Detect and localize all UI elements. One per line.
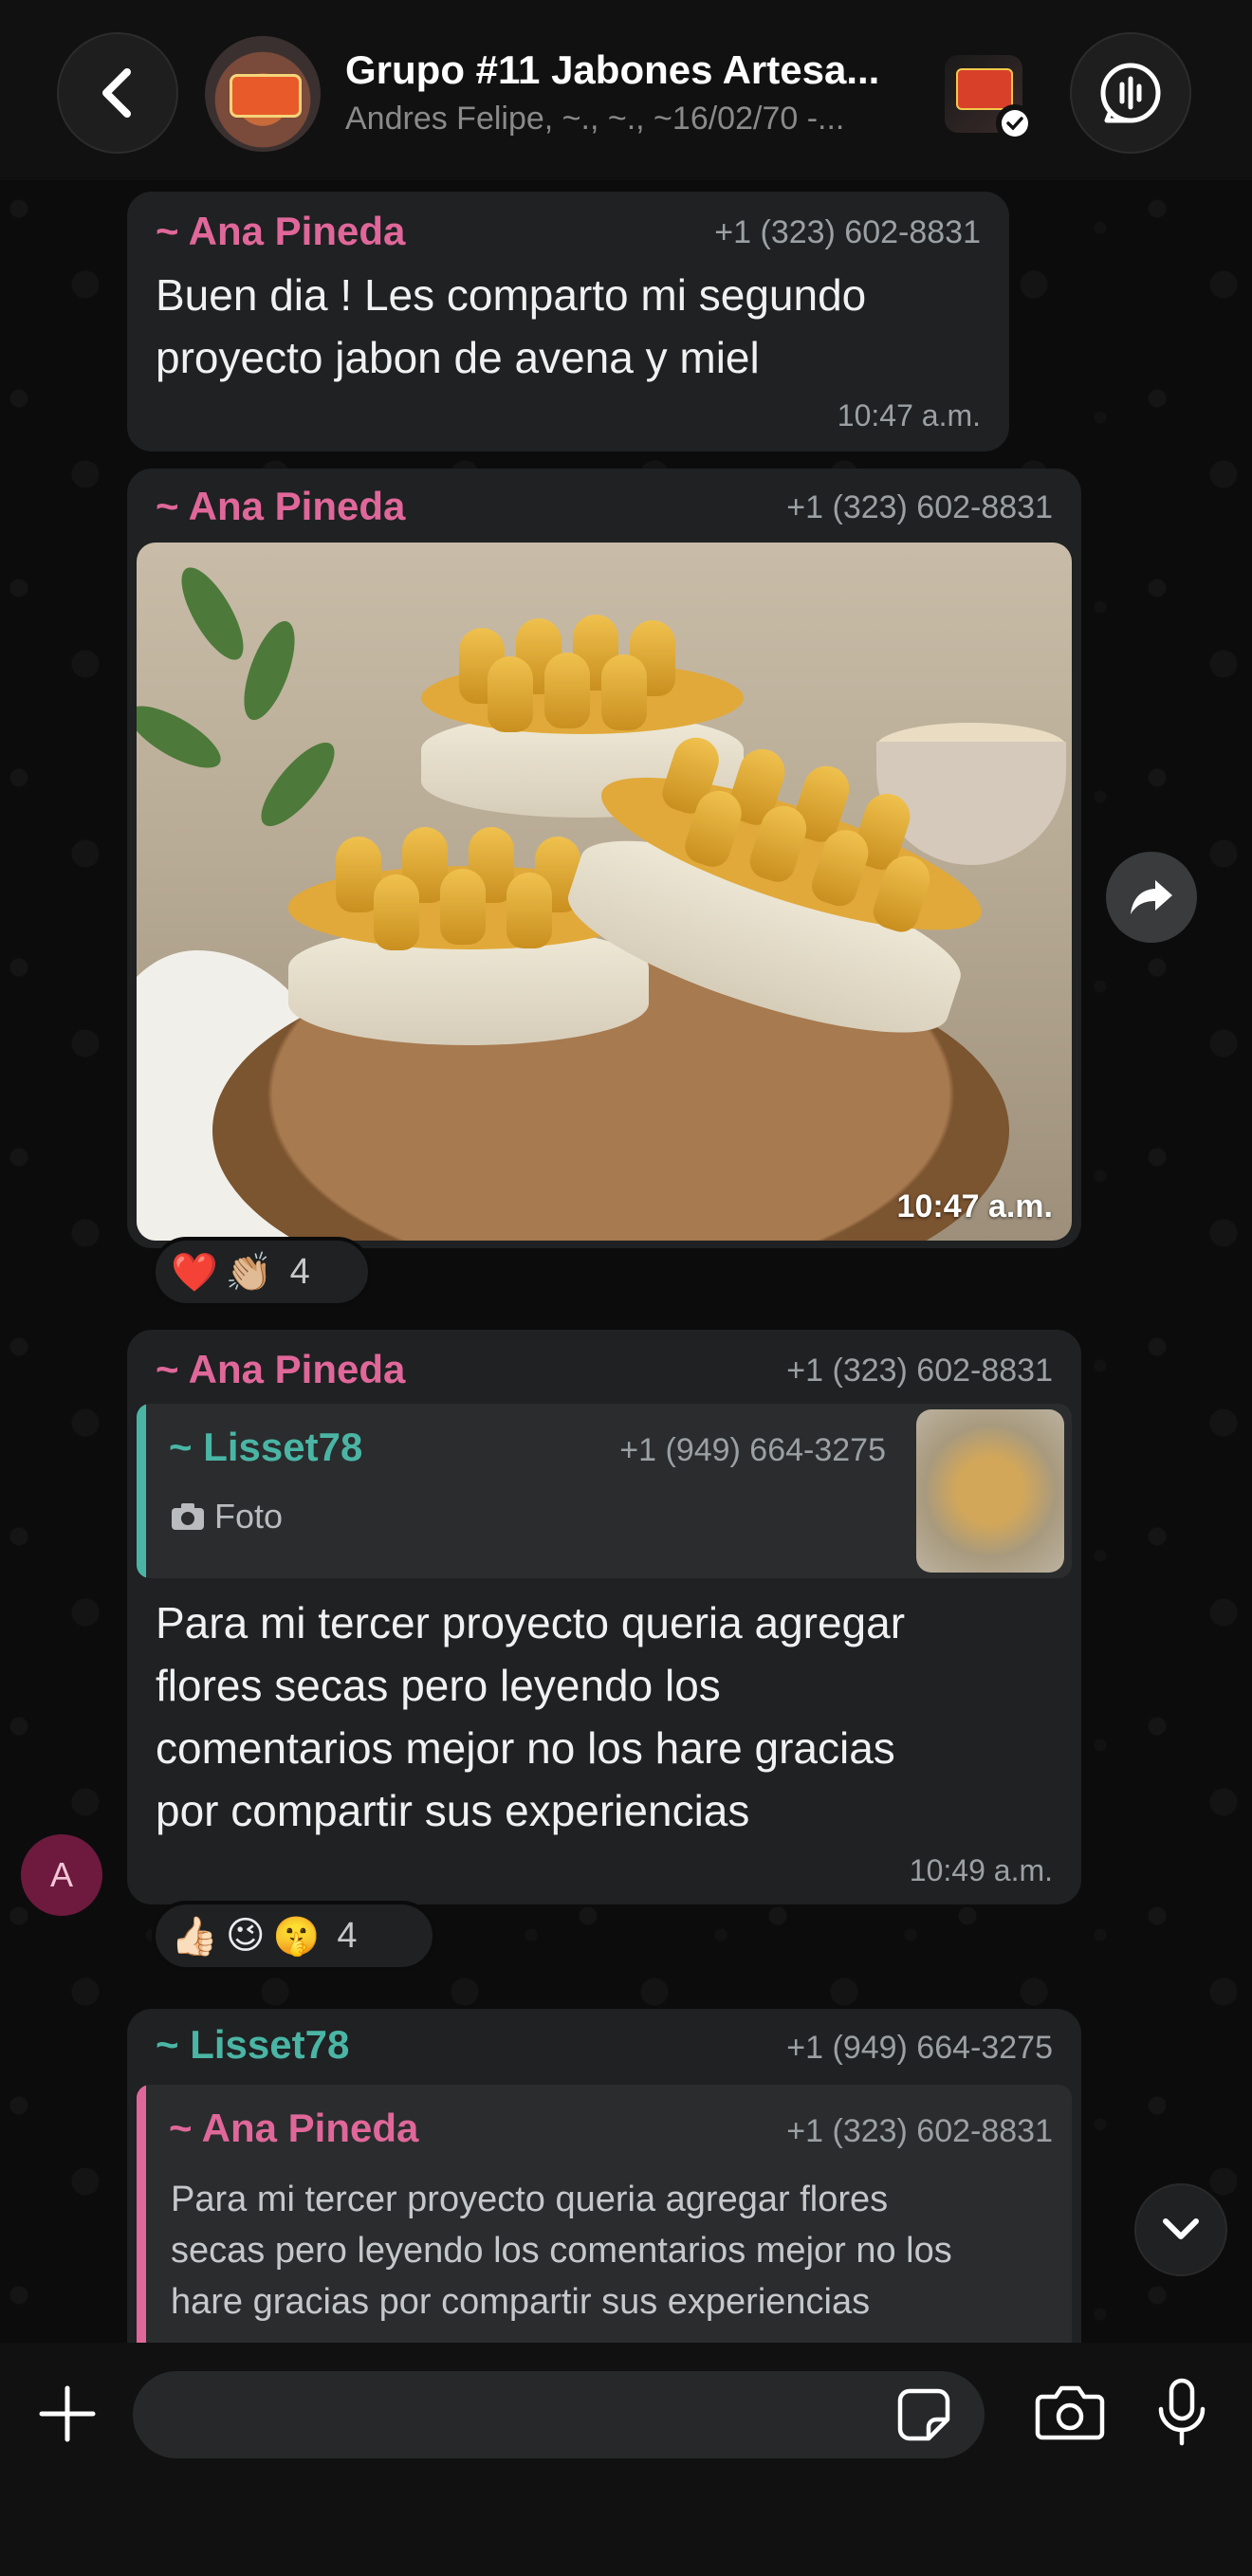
message-time: 10:47 a.m. — [837, 398, 981, 432]
voice-chat-button[interactable] — [1070, 32, 1191, 154]
sender-name[interactable]: ~ Ana Pineda — [156, 484, 405, 529]
sender-phone: +1 (323) 602-8831 — [786, 489, 1053, 525]
sticker-button[interactable] — [895, 2386, 952, 2443]
sender-phone: +1 (949) 664-3275 — [786, 2030, 1053, 2066]
forward-button[interactable] — [1106, 852, 1197, 943]
reply-message-bubble[interactable]: ~ Lisset78 +1 (949) 664-3275 ~ Ana Pined… — [127, 2009, 1081, 2388]
reaction-emoji: ❤️ — [171, 1251, 218, 1294]
back-button[interactable] — [57, 32, 178, 154]
plus-icon — [39, 2385, 96, 2442]
sender-avatar[interactable]: A — [21, 1834, 102, 1916]
quoted-thumbnail — [916, 1409, 1064, 1573]
camera-icon — [1035, 2385, 1105, 2440]
quoted-sender: ~ Lisset78 — [169, 1425, 363, 1469]
message-text: Para mi tercer proyecto queria agregar f… — [156, 1598, 906, 1835]
forward-icon — [1131, 880, 1172, 914]
reaction-pill[interactable]: ❤️ 👏🏼 4 — [152, 1237, 372, 1307]
audio-wave-icon — [1100, 63, 1161, 123]
camera-icon — [172, 1503, 204, 1530]
reaction-emoji: 😉 — [225, 1915, 266, 1957]
chat-header: Grupo #11 Jabones Artesa... Andres Felip… — [0, 0, 1252, 180]
sender-phone: +1 (323) 602-8831 — [714, 214, 981, 250]
reaction-emoji: 👏🏼 — [225, 1251, 273, 1294]
composer-bar — [0, 2343, 1252, 2576]
quoted-phone: +1 (949) 664-3275 — [619, 1432, 886, 1468]
chat-participants[interactable]: Andres Felipe, ~., ~., ~16/02/70 -... — [345, 101, 933, 138]
sender-name[interactable]: ~ Ana Pineda — [156, 1347, 405, 1392]
chat-title[interactable]: Grupo #11 Jabones Artesa... — [345, 47, 933, 93]
voice-message-button[interactable] — [1150, 2375, 1214, 2451]
message-text: Buen dia ! Les comparto mi segundo proye… — [156, 270, 867, 382]
scroll-to-bottom-button[interactable] — [1134, 2183, 1227, 2276]
message-time: 10:47 a.m. — [896, 1188, 1053, 1224]
chevron-down-icon — [1163, 2218, 1199, 2239]
sender-name[interactable]: ~ Ana Pineda — [156, 209, 405, 254]
message-bubble[interactable]: ~ Ana Pineda +1 (323) 602-8831 Buen dia … — [127, 192, 1009, 451]
sender-name[interactable]: ~ Lisset78 — [156, 2022, 349, 2068]
group-avatar[interactable] — [205, 36, 321, 152]
mic-icon — [1158, 2378, 1206, 2446]
sticker-icon — [897, 2388, 950, 2441]
message-input[interactable] — [167, 2388, 892, 2443]
attach-button[interactable] — [34, 2381, 101, 2447]
back-chevron-icon — [102, 68, 131, 118]
reaction-count: 4 — [337, 1915, 358, 1956]
sender-phone: +1 (323) 602-8831 — [786, 1352, 1053, 1389]
quoted-text: Foto — [214, 1497, 284, 1536]
community-avatar[interactable] — [945, 55, 1034, 142]
reaction-count: 4 — [289, 1251, 310, 1292]
message-time: 10:49 a.m. — [909, 1853, 1053, 1887]
quoted-message[interactable]: ~ Lisset78 +1 (949) 664-3275 Foto — [137, 1404, 1072, 1578]
reaction-pill[interactable]: 👍🏻 😉 🤫 4 — [152, 1901, 436, 1971]
reply-message-bubble[interactable]: ~ Ana Pineda +1 (323) 602-8831 ~ Lisset7… — [127, 1330, 1081, 1904]
camera-button[interactable] — [1034, 2379, 1106, 2445]
check-icon — [996, 104, 1034, 142]
reaction-emoji: 🤫 — [272, 1915, 321, 1958]
quoted-phone: +1 (323) 602-8831 — [786, 2113, 1053, 2149]
reaction-emoji: 👍🏻 — [171, 1915, 218, 1958]
message-input-box[interactable] — [133, 2371, 985, 2458]
soap-photo[interactable]: 10:47 a.m. — [137, 543, 1072, 1241]
quoted-text: Para mi tercer proyecto queria agregar f… — [171, 2180, 952, 2322]
quoted-sender: ~ Ana Pineda — [169, 2106, 419, 2150]
